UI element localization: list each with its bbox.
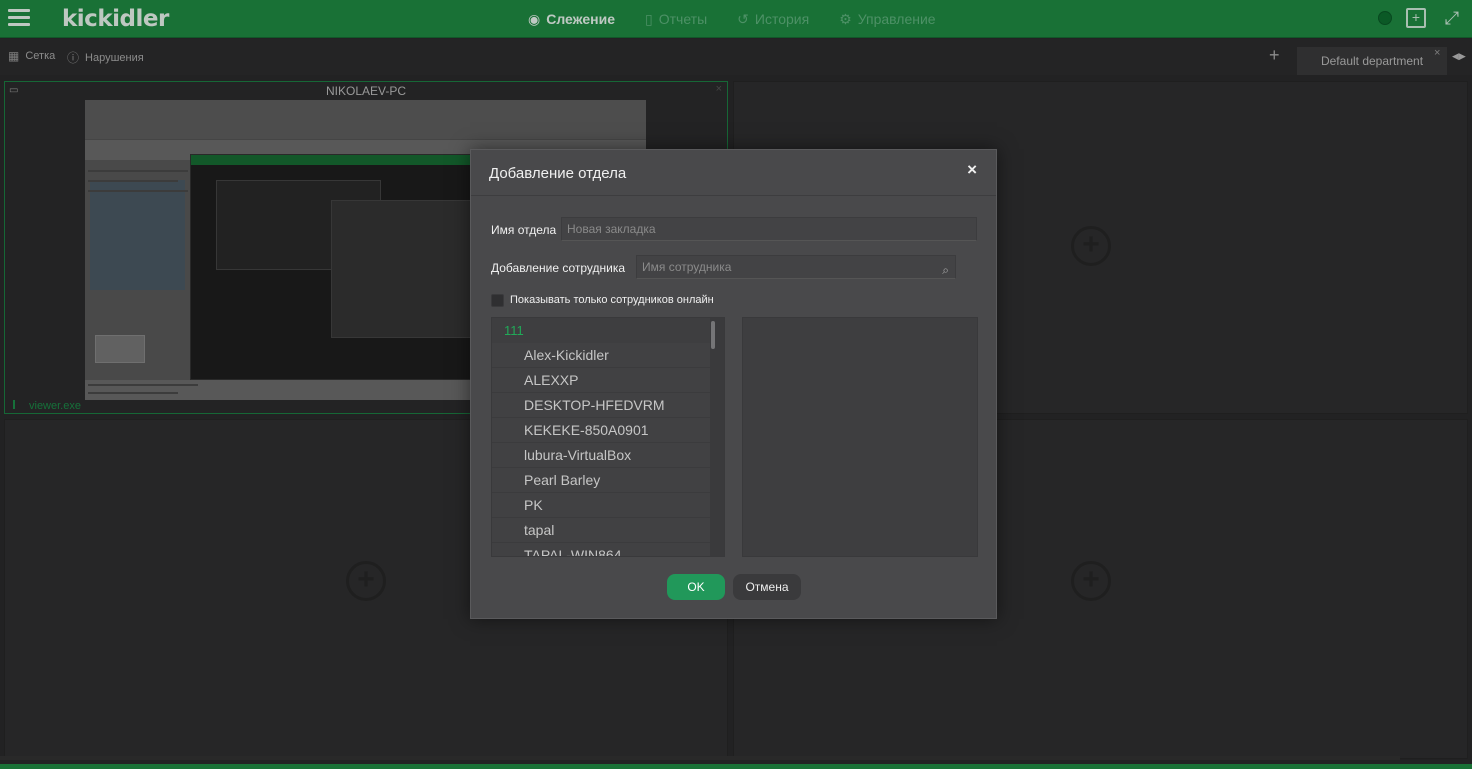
online-only-checkbox[interactable] bbox=[491, 294, 504, 307]
list-item[interactable]: KEKEKE-850A0901 bbox=[492, 418, 710, 443]
list-item[interactable]: tapal bbox=[492, 518, 710, 543]
list-scroll-track[interactable] bbox=[710, 318, 724, 556]
add-employee-label: Добавление сотрудника bbox=[491, 261, 626, 275]
close-icon[interactable]: × bbox=[967, 160, 977, 180]
list-item[interactable]: lubura-VirtualBox bbox=[492, 443, 710, 468]
ok-button[interactable]: OK bbox=[667, 574, 725, 600]
dept-name-label: Имя отдела bbox=[491, 223, 557, 237]
cancel-button[interactable]: Отмена bbox=[733, 574, 801, 600]
selected-employees-list[interactable] bbox=[742, 317, 978, 557]
list-item[interactable]: Alex-Kickidler bbox=[492, 343, 710, 368]
list-item[interactable]: DESKTOP-HFEDVRM bbox=[492, 393, 710, 418]
employee-search-placeholder: Имя сотрудника bbox=[642, 260, 732, 274]
list-item[interactable]: Pearl Barley bbox=[492, 468, 710, 493]
group-header[interactable]: 111 bbox=[492, 318, 724, 343]
search-icon[interactable]: ⌕ bbox=[942, 259, 949, 281]
dialog-divider bbox=[471, 195, 996, 196]
list-item[interactable]: TAPAL-WIN864 bbox=[492, 543, 710, 556]
employee-list[interactable]: 111 Alex-Kickidler ALEXXP DESKTOP-HFEDVR… bbox=[491, 317, 725, 557]
add-department-dialog: Добавление отдела × Имя отдела Новая зак… bbox=[470, 149, 997, 619]
dialog-title: Добавление отдела bbox=[489, 165, 627, 182]
list-scrollbar[interactable] bbox=[711, 321, 715, 349]
list-item[interactable]: ALEXXP bbox=[492, 368, 710, 393]
employee-search-input[interactable]: Имя сотрудника ⌕ bbox=[636, 255, 956, 279]
online-only-label: Показывать только сотрудников онлайн bbox=[510, 294, 714, 306]
dept-name-input[interactable]: Новая закладка bbox=[561, 217, 977, 241]
list-item[interactable]: PK bbox=[492, 493, 710, 518]
